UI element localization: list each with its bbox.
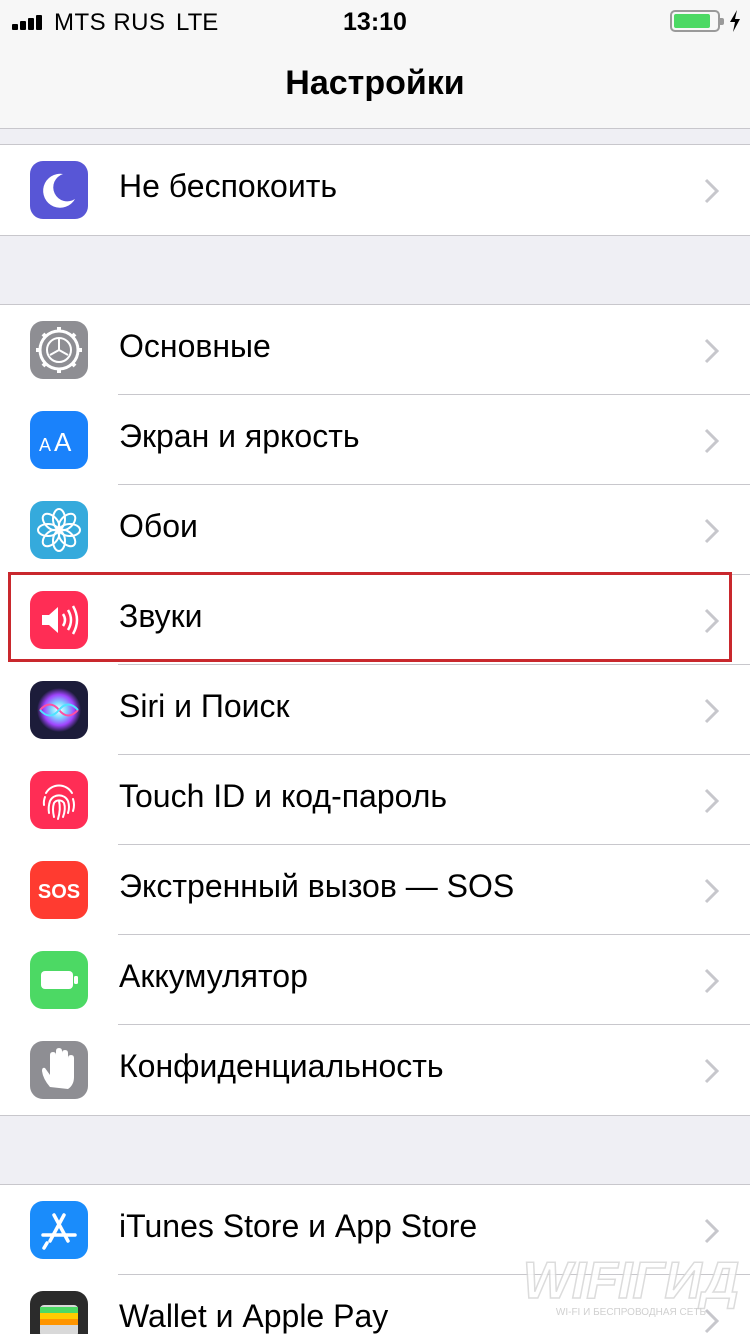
settings-row-label: Основные: [119, 328, 271, 364]
siri-icon: [30, 681, 88, 739]
app-store-icon: [30, 1201, 88, 1259]
wallet-icon: [30, 1291, 88, 1334]
chevron-right-icon: [704, 1058, 720, 1084]
chevron-right-icon: [704, 788, 720, 814]
svg-text:WIFIГИД: WIFIГИД: [523, 1252, 740, 1310]
hand-icon: [30, 1041, 88, 1099]
svg-text:A: A: [54, 427, 72, 457]
settings-row-label: Touch ID и код-пароль: [119, 778, 448, 814]
sos-icon: SOS: [30, 861, 88, 919]
settings-row-display-brightness[interactable]: A A Экран и яркость: [0, 395, 750, 485]
settings-row-label: Wallet и Apple Pay: [119, 1298, 389, 1334]
moon-icon: [30, 161, 88, 219]
gear-icon: [30, 321, 88, 379]
battery-icon: [670, 10, 724, 32]
settings-row-battery[interactable]: Аккумулятор: [0, 935, 750, 1025]
settings-row-label: Аккумулятор: [119, 958, 308, 994]
settings-row-emergency-sos[interactable]: SOS Экстренный вызов — SOS: [0, 845, 750, 935]
battery-icon: [30, 951, 88, 1009]
settings-group-focus: Не беспокоить: [0, 144, 750, 236]
settings-row-privacy[interactable]: Конфиденциальность: [0, 1025, 750, 1115]
chevron-right-icon: [704, 428, 720, 454]
settings-row-label: Не беспокоить: [119, 168, 338, 204]
chevron-right-icon: [704, 518, 720, 544]
settings-row-label: Siri и Поиск: [119, 688, 290, 724]
text-size-icon: A A: [30, 411, 88, 469]
settings-row-label: Обои: [119, 508, 198, 544]
settings-row-sounds[interactable]: Звуки: [0, 575, 750, 665]
svg-text:WI-FI И БЕСПРОВОДНАЯ СЕТЬ: WI-FI И БЕСПРОВОДНАЯ СЕТЬ: [556, 1307, 707, 1318]
settings-row-label: Конфиденциальность: [119, 1048, 444, 1084]
chevron-right-icon: [704, 338, 720, 364]
settings-row-label: Экран и яркость: [119, 418, 360, 454]
chevron-right-icon: [704, 968, 720, 994]
settings-row-label: Экстренный вызов — SOS: [119, 868, 515, 904]
battery-level: [674, 14, 710, 28]
navigation-bar: Настройки: [0, 40, 750, 129]
speaker-icon: [30, 591, 88, 649]
settings-row-label: iTunes Store и App Store: [119, 1208, 478, 1244]
settings-row-general[interactable]: Основные: [0, 305, 750, 395]
settings-row-siri-search[interactable]: Siri и Поиск: [0, 665, 750, 755]
settings-row-touch-id[interactable]: Touch ID и код-пароль: [0, 755, 750, 845]
page-title: Настройки: [285, 64, 465, 102]
settings-row-do-not-disturb[interactable]: Не беспокоить: [0, 145, 750, 235]
svg-text:SOS: SOS: [38, 881, 80, 903]
chevron-right-icon: [704, 178, 720, 204]
chevron-right-icon: [704, 608, 720, 634]
fingerprint-icon: [30, 771, 88, 829]
chevron-right-icon: [704, 1218, 720, 1244]
charging-icon: [730, 10, 740, 32]
settings-group-general: Основные A A Экран и яркость Обои Звуки …: [0, 304, 750, 1116]
status-bar: MTS RUS LTE 13:10: [0, 0, 750, 40]
clock: 13:10: [343, 8, 407, 36]
chevron-right-icon: [704, 878, 720, 904]
settings-row-wallpaper[interactable]: Обои: [0, 485, 750, 575]
settings-row-label: Звуки: [119, 598, 203, 634]
wifigid-watermark-logo: WIFIГИД WI-FI И БЕСПРОВОДНАЯ СЕТЬ: [522, 1252, 740, 1318]
svg-text:A: A: [39, 435, 51, 455]
flower-icon: [30, 501, 88, 559]
chevron-right-icon: [704, 698, 720, 724]
